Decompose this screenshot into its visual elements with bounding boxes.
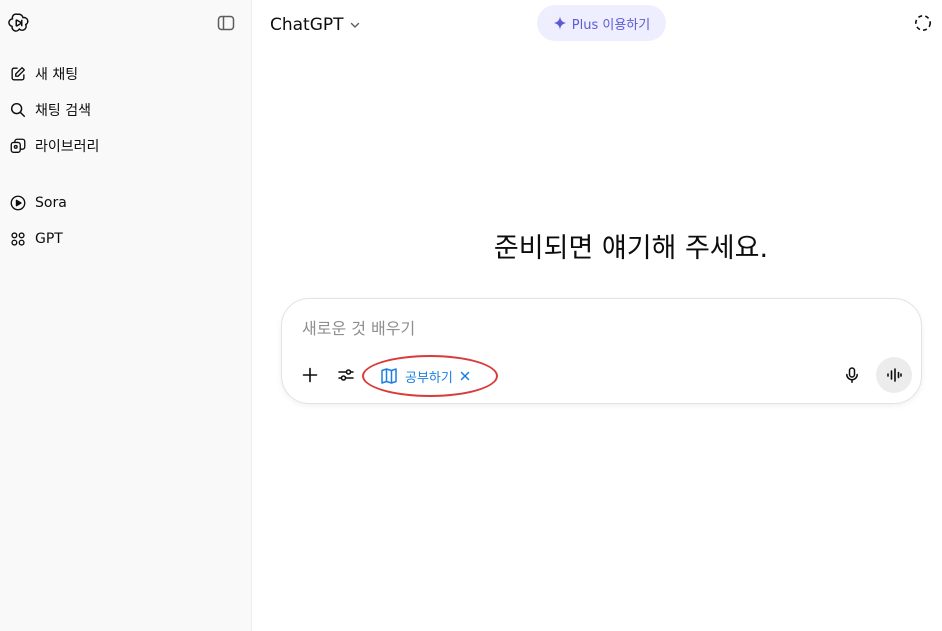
sidebar-item-new-chat[interactable]: 새 채팅 [6, 58, 246, 90]
chat-composer: 공부하기 [281, 298, 922, 404]
temporary-chat-icon[interactable] [913, 13, 933, 33]
new-chat-icon [9, 65, 27, 83]
main-panel: ChatGPT Plus 이용하기 준비되면 얘기해 주세요. 새로운 것 배우… [253, 0, 942, 631]
voice-mode-button[interactable] [876, 357, 912, 393]
sidebar-item-label: Sora [35, 195, 67, 211]
sidebar-item-label: 라이브러리 [35, 139, 100, 155]
highlight-ellipse-annotation [362, 355, 498, 397]
waveform-icon [887, 368, 902, 382]
model-name: ChatGPT [270, 15, 344, 35]
grid-icon [9, 230, 27, 248]
sidebar-header [0, 0, 252, 46]
sidebar: 새 채팅 채팅 검색 라이브러리 Sora GPT [0, 0, 252, 631]
sidebar-item-search-chats[interactable]: 채팅 검색 [6, 94, 246, 126]
sparkle-icon [553, 16, 567, 30]
sidebar-item-gpt[interactable]: GPT [6, 223, 246, 255]
tools-sliders-icon[interactable] [332, 361, 360, 389]
openai-logo-icon[interactable] [8, 12, 30, 34]
chat-input[interactable] [302, 313, 862, 343]
sidebar-item-label: 채팅 검색 [35, 103, 91, 119]
add-attachment-icon[interactable] [296, 361, 324, 389]
sidebar-toggle-icon[interactable] [216, 13, 236, 33]
play-circle-icon [9, 194, 27, 212]
page-headline: 준비되면 얘기해 주세요. [493, 233, 769, 264]
microphone-icon[interactable] [838, 361, 866, 389]
library-icon [9, 137, 27, 155]
sidebar-item-label: GPT [35, 231, 63, 247]
chevron-down-icon [350, 22, 359, 28]
upgrade-plus-label: Plus 이용하기 [571, 17, 651, 33]
model-selector[interactable]: ChatGPT [270, 12, 361, 38]
upgrade-plus-button[interactable]: Plus 이용하기 [537, 5, 666, 41]
sidebar-item-sora[interactable]: Sora [6, 187, 246, 219]
sidebar-item-library[interactable]: 라이브러리 [6, 130, 246, 162]
sidebar-item-label: 새 채팅 [35, 67, 79, 83]
search-icon [9, 101, 27, 119]
